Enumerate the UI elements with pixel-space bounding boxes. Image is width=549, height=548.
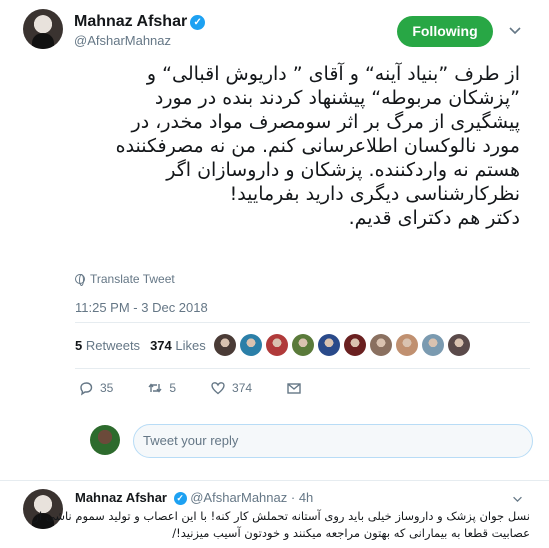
tweet-body-line: پیشگیری از مرگ بر اثر سومصرف مواد مخدر، … — [131, 111, 520, 133]
likes-count[interactable]: 374 — [150, 338, 172, 353]
liker-avatars — [214, 334, 470, 356]
tweet-body-line: مورد نالوکسان اطلاعرسانی کنم. من نه مصرف… — [115, 135, 520, 157]
author-name-text[interactable]: Mahnaz Afshar — [74, 13, 187, 30]
likes-label[interactable]: Likes — [175, 338, 205, 353]
retweet-count: 5 — [169, 381, 177, 395]
current-user-avatar[interactable] — [90, 425, 120, 455]
author-handle[interactable]: @AfsharMahnaz — [74, 33, 171, 48]
retweet-icon[interactable] — [147, 380, 163, 396]
chevron-down-icon[interactable] — [508, 24, 522, 38]
liker-avatar[interactable] — [370, 334, 392, 356]
like-icon[interactable] — [210, 380, 226, 396]
tweet-body-line: هستم نه واردکننده. پزشکان و داروسازان اگ… — [166, 159, 520, 181]
verified-badge-icon: ✓ — [190, 15, 206, 30]
liker-avatar[interactable] — [448, 334, 470, 356]
author-name[interactable]: Mahnaz Afshar ✓ — [74, 13, 206, 31]
reply-body-line: عصابیت قطعا به بیمارانی که بهتون مراجعه … — [172, 526, 530, 540]
tweet-body-line: دکتر هم دکترای قدیم. — [348, 207, 520, 229]
liker-avatar[interactable] — [214, 334, 236, 356]
author-avatar[interactable] — [23, 9, 63, 49]
liker-avatar[interactable] — [344, 334, 366, 356]
reply-body-line: نسل جوان پزشک و داروساز خیلی باید روی آس… — [33, 509, 530, 523]
verified-badge-icon: ✓ — [173, 492, 187, 505]
reply-tweet[interactable]: Mahnaz Afshar ✓ @AfsharMahnaz · 4h نسل ج… — [0, 482, 549, 548]
retweets-stat[interactable]: 5 Retweets — [75, 338, 140, 353]
reply-icon[interactable] — [78, 380, 94, 396]
liker-avatar[interactable] — [396, 334, 418, 356]
divider — [75, 368, 530, 369]
reply-input[interactable]: Tweet your reply — [133, 424, 533, 458]
reply-tweet-header: Mahnaz Afshar ✓ @AfsharMahnaz · 4h — [75, 490, 313, 505]
divider — [0, 480, 549, 481]
tweet-actions: 35 5 374 — [78, 380, 336, 396]
tweet-body-line: از طرف ”بنیاد آینه“ و آقای ” داریوش اقبا… — [146, 63, 520, 85]
reply-action[interactable]: 35 — [78, 380, 113, 396]
liker-avatar[interactable] — [292, 334, 314, 356]
divider — [75, 322, 530, 323]
retweet-action[interactable]: 5 — [147, 380, 176, 396]
tweet-stats: 5 Retweets 374 Likes — [75, 338, 206, 353]
likes-stat[interactable]: 374 Likes — [150, 338, 206, 353]
like-action[interactable]: 374 — [210, 380, 252, 396]
reply-author-handle[interactable]: @AfsharMahnaz — [190, 490, 287, 505]
retweets-label[interactable]: Retweets — [86, 338, 140, 353]
reply-tweet-body: نسل جوان پزشک و داروساز خیلی باید روی آس… — [33, 508, 530, 542]
globe-icon — [75, 274, 85, 286]
tweet-timestamp[interactable]: 11:25 PM - 3 Dec 2018 — [75, 300, 208, 315]
message-action[interactable] — [286, 380, 302, 396]
like-count: 374 — [232, 381, 253, 395]
reply-count: 35 — [100, 381, 114, 395]
retweets-count[interactable]: 5 — [75, 338, 82, 353]
tweet-body: از طرف ”بنیاد آینه“ و آقای ” داریوش اقبا… — [40, 62, 520, 230]
liker-avatar[interactable] — [318, 334, 340, 356]
reply-age[interactable]: · 4h — [291, 490, 313, 505]
liker-avatar[interactable] — [266, 334, 288, 356]
translate-tweet-link[interactable]: Translate Tweet — [75, 272, 175, 286]
following-button[interactable]: Following — [397, 16, 493, 47]
reply-composer: Tweet your reply — [0, 416, 549, 466]
main-tweet: Mahnaz Afshar ✓ @AfsharMahnaz Following ا… — [0, 0, 549, 482]
reply-author-name[interactable]: Mahnaz Afshar — [75, 490, 167, 505]
chevron-down-icon[interactable] — [512, 494, 523, 505]
tweet-body-line: نظرکارشناسی دیگری دارید بفرمایید! — [229, 183, 520, 205]
liker-avatar[interactable] — [240, 334, 262, 356]
mail-icon[interactable] — [286, 380, 302, 396]
liker-avatar[interactable] — [422, 334, 444, 356]
tweet-body-line: ”پزشکان مربوطه“ پیشنهاد کردند بنده در مو… — [154, 87, 520, 109]
translate-label[interactable]: Translate Tweet — [90, 272, 175, 286]
